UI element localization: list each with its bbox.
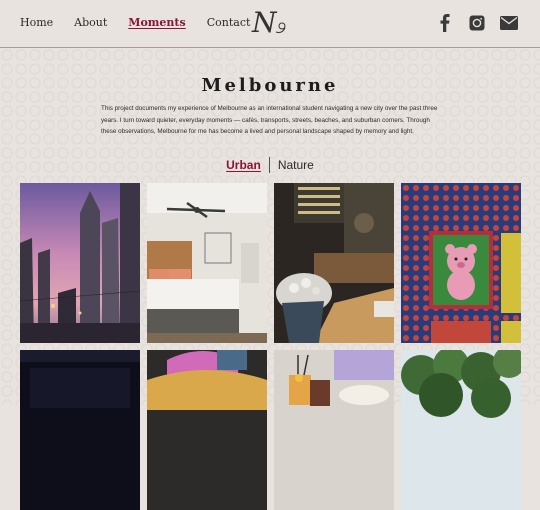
photo-hotel-bedroom[interactable]	[147, 183, 267, 343]
photo-cafe-interior[interactable]	[274, 183, 394, 343]
photo-cafe-drinks[interactable]	[274, 350, 394, 510]
page-title: Melbourne	[201, 75, 339, 96]
nav-contact[interactable]: Contact	[207, 16, 251, 30]
page-description: This project documents my experience of …	[101, 105, 438, 135]
main-nav: Home About Moments Contact	[20, 16, 250, 30]
photo-gallery	[20, 183, 521, 510]
logo-flourish	[275, 22, 286, 33]
nav-about[interactable]: About	[74, 16, 107, 30]
instagram-icon[interactable]	[468, 14, 486, 32]
site-header: Home About Moments Contact N	[0, 0, 540, 48]
facebook-icon[interactable]	[436, 14, 454, 32]
site-logo[interactable]: N	[252, 8, 288, 40]
photo-city-skyline[interactable]	[20, 183, 140, 343]
category-tabs: Urban Nature	[0, 157, 540, 173]
photo-dark-street[interactable]	[20, 350, 140, 510]
photo-bear-poster[interactable]	[401, 183, 521, 343]
nav-home[interactable]: Home	[20, 16, 53, 30]
tab-nature[interactable]: Nature	[270, 157, 322, 173]
photo-green-trees[interactable]	[401, 350, 521, 510]
nav-moments[interactable]: Moments	[128, 16, 185, 30]
mail-icon[interactable]	[500, 14, 518, 32]
photo-taco[interactable]	[147, 350, 267, 510]
social-links	[436, 14, 518, 32]
tab-urban[interactable]: Urban	[218, 157, 269, 173]
